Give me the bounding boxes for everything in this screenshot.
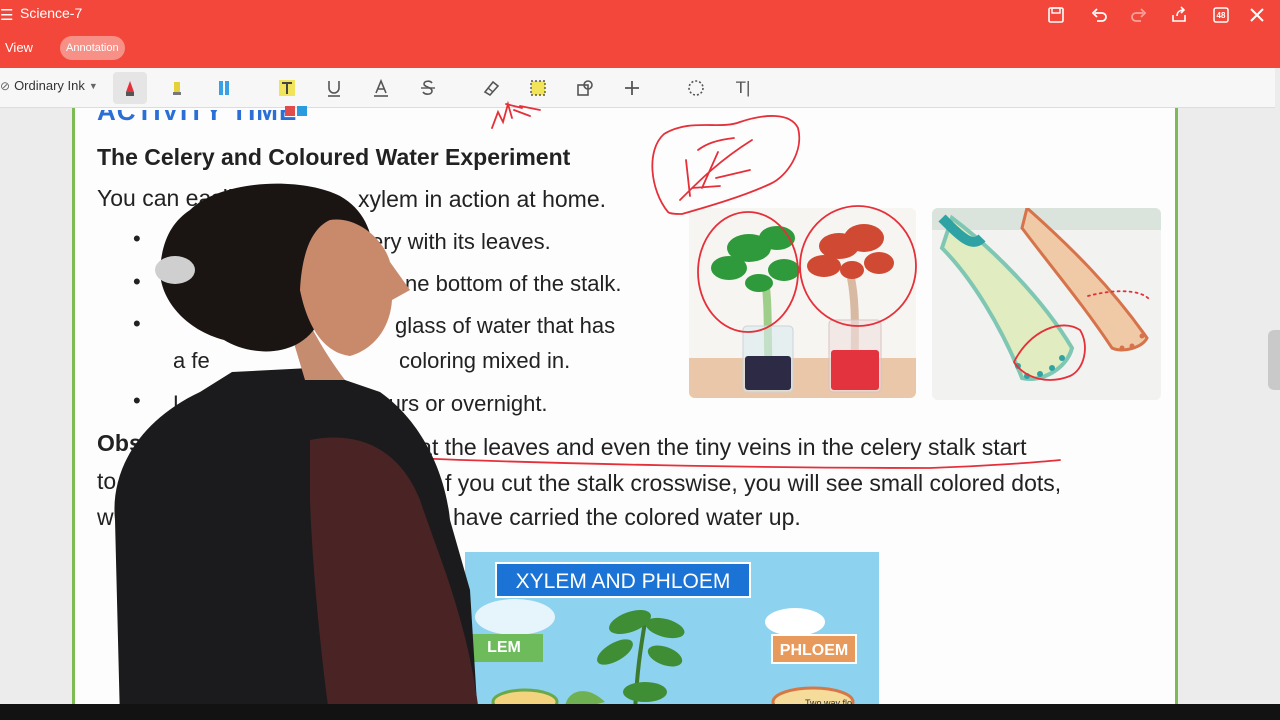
xylem-phloem-figure: XYLEM AND PHLOEM LEM PHLOEM Two way flo <box>465 552 879 712</box>
bullet-4-text: y hours or overnight. <box>347 391 548 416</box>
save-icon[interactable] <box>1043 3 1069 27</box>
page-count-icon[interactable]: 48 <box>1208 3 1234 27</box>
bullet-2-text: ne bottom of the stalk. <box>405 271 622 296</box>
bullet-1-start: Ta <box>173 229 197 254</box>
ink-icon: ⊘ <box>0 78 11 93</box>
bullet-3-cont-text: coloring mixed in. <box>399 348 571 373</box>
lasso-icon[interactable] <box>679 72 713 104</box>
app-title: Science-7 <box>20 5 83 21</box>
intro-line-end: xylem in action at home. <box>358 186 607 212</box>
observation-line-1: that the leaves and even the tiny veins … <box>400 434 1027 460</box>
underline-icon[interactable] <box>317 72 351 104</box>
bullet-4-start: L <box>173 391 186 416</box>
intro-line-start: You can easil <box>97 185 233 211</box>
tab-row: View Annotation <box>0 30 1280 68</box>
whiteboard-app-window: ☰ Science-7 48 View Annotation ⊘ Ordinar… <box>0 0 1280 720</box>
close-icon[interactable] <box>1244 3 1270 27</box>
text-tool-label: T| <box>735 78 751 97</box>
title-bar: ☰ Science-7 48 <box>0 0 1280 30</box>
tab-view[interactable]: View <box>5 40 33 55</box>
font-color-icon[interactable] <box>364 72 398 104</box>
marker-icon[interactable] <box>207 72 241 104</box>
observation-line-2-start: to <box>97 468 117 494</box>
celery-glasses-photo <box>689 208 916 398</box>
area-select-icon[interactable] <box>521 72 555 104</box>
text-highlight-icon[interactable] <box>270 72 304 104</box>
highlighter-icon[interactable] <box>160 72 194 104</box>
experiment-title: The Celery and Coloured Water Experiment <box>97 144 571 170</box>
tab-annotation[interactable]: Annotation <box>60 36 125 60</box>
eraser-icon[interactable] <box>474 72 508 104</box>
celery-cross-section-photo <box>932 208 1161 400</box>
observation-line-3-start: w <box>97 504 114 530</box>
phloem-label: PHLOEM <box>771 634 857 664</box>
undo-icon[interactable] <box>1086 3 1112 27</box>
chevron-down-icon: ▼ <box>88 80 98 91</box>
figure-title: XYLEM AND PHLOEM <box>495 562 751 598</box>
redo-icon[interactable] <box>1126 3 1152 27</box>
ink-type-dropdown[interactable]: ⊘ Ordinary Ink ▼ <box>0 78 98 93</box>
observation-line-3: have carried the colored water up. <box>453 504 801 530</box>
text-tool-icon[interactable]: T| <box>726 72 760 104</box>
add-icon[interactable] <box>615 72 649 104</box>
page-count-badge: 48 <box>1216 10 1226 20</box>
share-icon[interactable] <box>1166 3 1192 27</box>
side-panel-handle[interactable] <box>1268 330 1280 390</box>
pen-icon[interactable] <box>113 72 147 104</box>
bullet-marker: • <box>133 311 141 336</box>
observation-line-2: f you cut the stalk crosswise, you will … <box>445 470 1062 496</box>
bullet-3-text: glass of water that has <box>395 313 616 338</box>
bullet-1-text: ery with its leaves. <box>371 229 551 254</box>
ink-type-label: Ordinary Ink <box>14 78 85 93</box>
heading-decoration <box>285 106 307 116</box>
observation-label: Obs <box>97 430 142 456</box>
document-page: ACTIVITY TIME The Celery and Coloured Wa… <box>72 106 1178 712</box>
bullet-marker: • <box>133 388 141 413</box>
bullet-3-cont-start: a fe <box>173 348 210 373</box>
shape-icon[interactable] <box>568 72 602 104</box>
annotation-toolbar: ⊘ Ordinary Ink ▼ T| <box>0 68 1275 108</box>
bullet-marker: • <box>133 226 141 251</box>
bottom-bar <box>0 704 1280 720</box>
strikethrough-icon[interactable] <box>411 72 445 104</box>
bullet-marker: • <box>133 269 141 294</box>
menu-icon[interactable]: ☰ <box>0 6 13 24</box>
xylem-label: LEM <box>465 634 543 662</box>
